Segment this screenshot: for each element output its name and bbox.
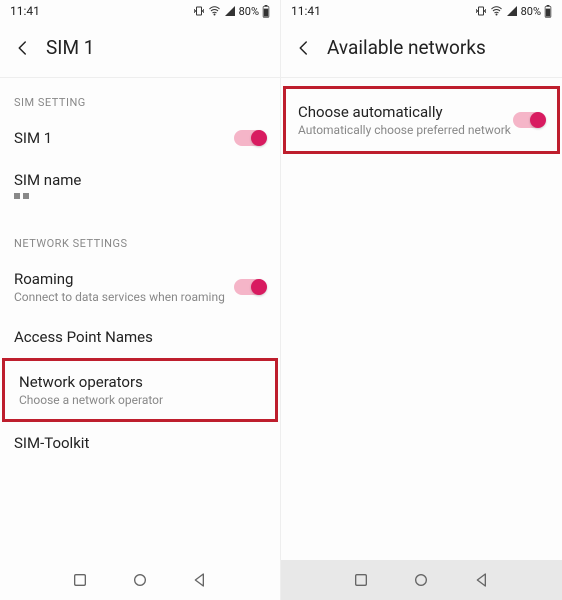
page-title: SIM 1 <box>46 36 94 59</box>
roaming-toggle[interactable] <box>234 279 266 295</box>
nav-recents-icon[interactable] <box>72 572 88 588</box>
page-title: Available networks <box>327 36 486 59</box>
netops-sub: Choose a network operator <box>19 393 261 407</box>
row-sim-toolkit[interactable]: SIM-Toolkit <box>0 422 280 464</box>
wifi-icon <box>208 5 221 17</box>
row-sim1[interactable]: SIM 1 <box>0 117 280 159</box>
chooseauto-sub: Automatically choose preferred network <box>298 123 513 137</box>
simtoolkit-label: SIM-Toolkit <box>14 434 266 452</box>
battery-icon <box>262 5 270 18</box>
status-icons: 80% <box>193 5 270 18</box>
signal-icon <box>506 5 518 17</box>
battery-percent: 80% <box>521 5 541 18</box>
netops-label: Network operators <box>19 373 261 391</box>
battery-icon <box>544 5 552 18</box>
back-icon[interactable] <box>14 39 32 57</box>
row-network-operators[interactable]: Network operators Choose a network opera… <box>2 358 278 422</box>
nav-home-icon[interactable] <box>132 572 148 588</box>
row-choose-automatically[interactable]: Choose automatically Automatically choos… <box>283 86 560 154</box>
nav-back-icon[interactable] <box>474 572 490 588</box>
sim-name-value <box>0 189 280 209</box>
back-icon[interactable] <box>295 39 313 57</box>
roaming-label: Roaming <box>14 270 234 288</box>
row-apn[interactable]: Access Point Names <box>0 316 280 358</box>
navbar <box>281 560 562 600</box>
header: Available networks <box>281 22 562 77</box>
nav-recents-icon[interactable] <box>353 572 369 588</box>
signal-icon <box>224 5 236 17</box>
screen-sim-settings: 11:41 80% SIM 1 SIM SETTING SIM 1 SIM na… <box>0 0 281 600</box>
row-sim-name[interactable]: SIM name <box>0 159 280 189</box>
nav-back-icon[interactable] <box>192 572 208 588</box>
chooseauto-label: Choose automatically <box>298 103 513 121</box>
screen-available-networks: 11:41 80% Available networks Choose auto… <box>281 0 562 600</box>
sim1-toggle[interactable] <box>234 130 266 146</box>
sim-name-label: SIM name <box>14 171 266 189</box>
chooseauto-toggle[interactable] <box>513 112 545 128</box>
apn-label: Access Point Names <box>14 328 266 346</box>
status-time: 11:41 <box>10 4 193 18</box>
battery-percent: 80% <box>239 5 259 18</box>
status-bar: 11:41 80% <box>281 0 562 22</box>
status-icons: 80% <box>475 5 552 18</box>
status-bar: 11:41 80% <box>0 0 280 22</box>
wifi-icon <box>490 5 503 17</box>
vibrate-icon <box>475 5 487 17</box>
section-sim-setting: SIM SETTING <box>0 78 280 117</box>
section-network-settings: NETWORK SETTINGS <box>0 209 280 258</box>
row-roaming[interactable]: Roaming Connect to data services when ro… <box>0 258 280 316</box>
nav-home-icon[interactable] <box>413 572 429 588</box>
status-time: 11:41 <box>291 4 475 18</box>
vibrate-icon <box>193 5 205 17</box>
roaming-sub: Connect to data services when roaming <box>14 290 234 304</box>
header: SIM 1 <box>0 22 280 77</box>
navbar <box>0 560 280 600</box>
sim1-label: SIM 1 <box>14 129 234 147</box>
